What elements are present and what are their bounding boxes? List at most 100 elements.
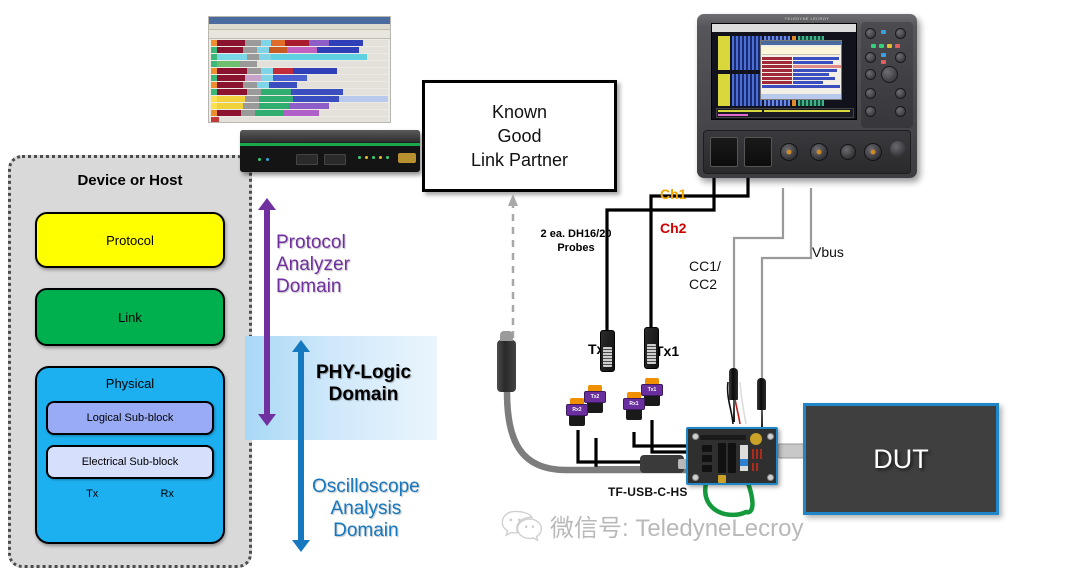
arrow-shaft	[298, 351, 304, 541]
connector-badge-rx1: Rx1	[623, 398, 645, 410]
pa-packet-row	[211, 110, 388, 116]
probes-label-line2: Probes	[557, 241, 595, 254]
pa-hw-front-panel	[240, 146, 420, 172]
usb-c-connector-shell	[500, 331, 513, 341]
stack-title: Device or Host	[77, 172, 183, 189]
scope-input-port-2	[744, 137, 772, 167]
probe-barrel	[757, 378, 766, 410]
rx-port-label: Rx	[160, 488, 174, 500]
pa-title-bar	[209, 17, 390, 24]
link-partner-line2: Good	[497, 125, 542, 146]
layer-protocol-label: Protocol	[106, 232, 154, 248]
pa-packet-row	[211, 96, 388, 102]
vbus-probe-wire	[760, 188, 813, 378]
pa-hw-chassis-top	[240, 130, 420, 142]
scope-domain-line2: Analysis	[330, 498, 402, 520]
electrical-sub-block: Electrical Sub-block	[46, 445, 214, 479]
pa-packet-row	[211, 75, 388, 81]
protocol-domain-line3: Domain	[276, 276, 342, 298]
cc1-cc2-label: CC1/ CC2	[689, 258, 721, 293]
arrow-head-down-icon	[292, 540, 310, 552]
probe-barrel	[729, 368, 738, 400]
connector-badge-rx2: Rx2	[566, 404, 588, 416]
pa-packet-row	[211, 82, 388, 88]
connector-body	[587, 403, 603, 413]
layer-physical-label: Physical	[105, 376, 155, 391]
dh1620-probe-tx1	[644, 327, 659, 369]
cc-label-line1: CC1/	[689, 258, 721, 274]
layer-protocol: Protocol	[35, 212, 225, 268]
oscilloscope-domain-arrow	[292, 340, 310, 552]
scope-aux-connector	[890, 141, 906, 157]
dh1620-probe-tx2	[600, 330, 615, 372]
logical-sub-block: Logical Sub-block	[46, 401, 214, 435]
ch2-label: Ch2	[660, 220, 687, 236]
pa-status-row	[211, 117, 388, 122]
diagram-canvas: Device or Host Protocol Link Physical Lo…	[0, 0, 1080, 568]
connector-body	[569, 416, 585, 426]
oscilloscope-brand-logo: TELEDYNE LECROY	[784, 16, 830, 21]
scope-domain-line1: Oscilloscope	[312, 476, 420, 497]
probes-label-line1: 2 ea. DH16/20	[540, 228, 612, 240]
vbus-label: Vbus	[812, 244, 844, 260]
link-partner-line3: Link Partner	[470, 150, 569, 171]
scope-bnc-channel-3	[840, 144, 856, 160]
wechat-icon	[501, 510, 542, 542]
rx2-connector-lead	[576, 430, 686, 464]
link-partner-connection-arrow	[508, 194, 518, 338]
probe-body	[600, 330, 615, 372]
pa-packet-row	[211, 103, 388, 109]
scope-bnc-channel-4	[864, 143, 882, 161]
protocol-analyzer-domain-label: Protocol Analyzer Domain	[276, 232, 350, 298]
port-row: Tx Rx	[55, 488, 205, 500]
tx1-connector-lead	[650, 420, 686, 454]
watermark-text: 微信号: TeledyneLecroy	[550, 514, 804, 542]
usb-c-plug	[640, 455, 684, 473]
protocol-domain-line2: Analyzer	[276, 254, 350, 276]
pa-packet-row	[211, 61, 388, 67]
pa-tool-bar	[209, 30, 390, 39]
passive-probe-tip-vbus	[757, 378, 766, 432]
tx-port-label: Tx	[86, 488, 99, 500]
connector-body	[626, 410, 642, 420]
phy-domain-line2: Domain	[328, 384, 399, 406]
protocol-analyzer-software-screenshot	[208, 16, 391, 123]
probe-needle	[732, 400, 735, 422]
dh1620-probes-label: 2 ea. DH16/20 Probes	[526, 228, 626, 256]
watermark: 微信号: TeledyneLecroy	[500, 500, 1060, 550]
electrical-sub-block-label: Electrical Sub-block	[81, 456, 179, 468]
connector-module-rx2: Rx2	[566, 398, 588, 426]
phy-domain-line1: PHY-Logic	[316, 362, 412, 383]
logical-sub-block-label: Logical Sub-block	[86, 412, 174, 424]
passive-probe-tip-cc	[729, 368, 738, 422]
protocol-domain-line1: Protocol	[276, 232, 346, 253]
connector-module-rx1: Rx1	[623, 392, 645, 420]
probe-contact-grid	[603, 347, 612, 367]
rx1-connector-lead	[632, 432, 686, 448]
cc-label-line2: CC2	[689, 275, 718, 292]
arrow-shaft	[264, 209, 270, 415]
connector-body	[644, 396, 660, 406]
fixture-label: TF-USB-C-HS	[608, 485, 688, 499]
pa-packet-row	[211, 40, 388, 46]
scope-menu-bar	[712, 24, 856, 32]
pa-packet-row	[211, 68, 388, 74]
pa-packet-row	[211, 89, 388, 95]
layer-link-label: Link	[118, 309, 142, 325]
probe-contact-grid	[647, 344, 656, 364]
scope-input-port-1	[710, 137, 738, 167]
oscilloscope-front-panel-controls[interactable]	[861, 22, 913, 128]
tf-usb-c-hs-fixture	[686, 427, 778, 485]
usb-c-cable-connector	[497, 331, 516, 392]
pa-packet-row	[211, 47, 388, 53]
pa-packet-rows	[209, 39, 390, 122]
dut-label: DUT	[873, 443, 929, 474]
probe-body	[644, 327, 659, 369]
tx2-connector-lead	[594, 438, 686, 470]
layer-link: Link	[35, 288, 225, 346]
ch1-label: Ch1	[660, 186, 687, 202]
cc-probe-wire	[732, 188, 785, 368]
link-partner-line1: Known	[491, 101, 548, 122]
oscilloscope: TELEDYNE LECROY	[697, 14, 917, 178]
layer-physical: Physical Logical Sub-block Electrical Su…	[35, 366, 225, 544]
